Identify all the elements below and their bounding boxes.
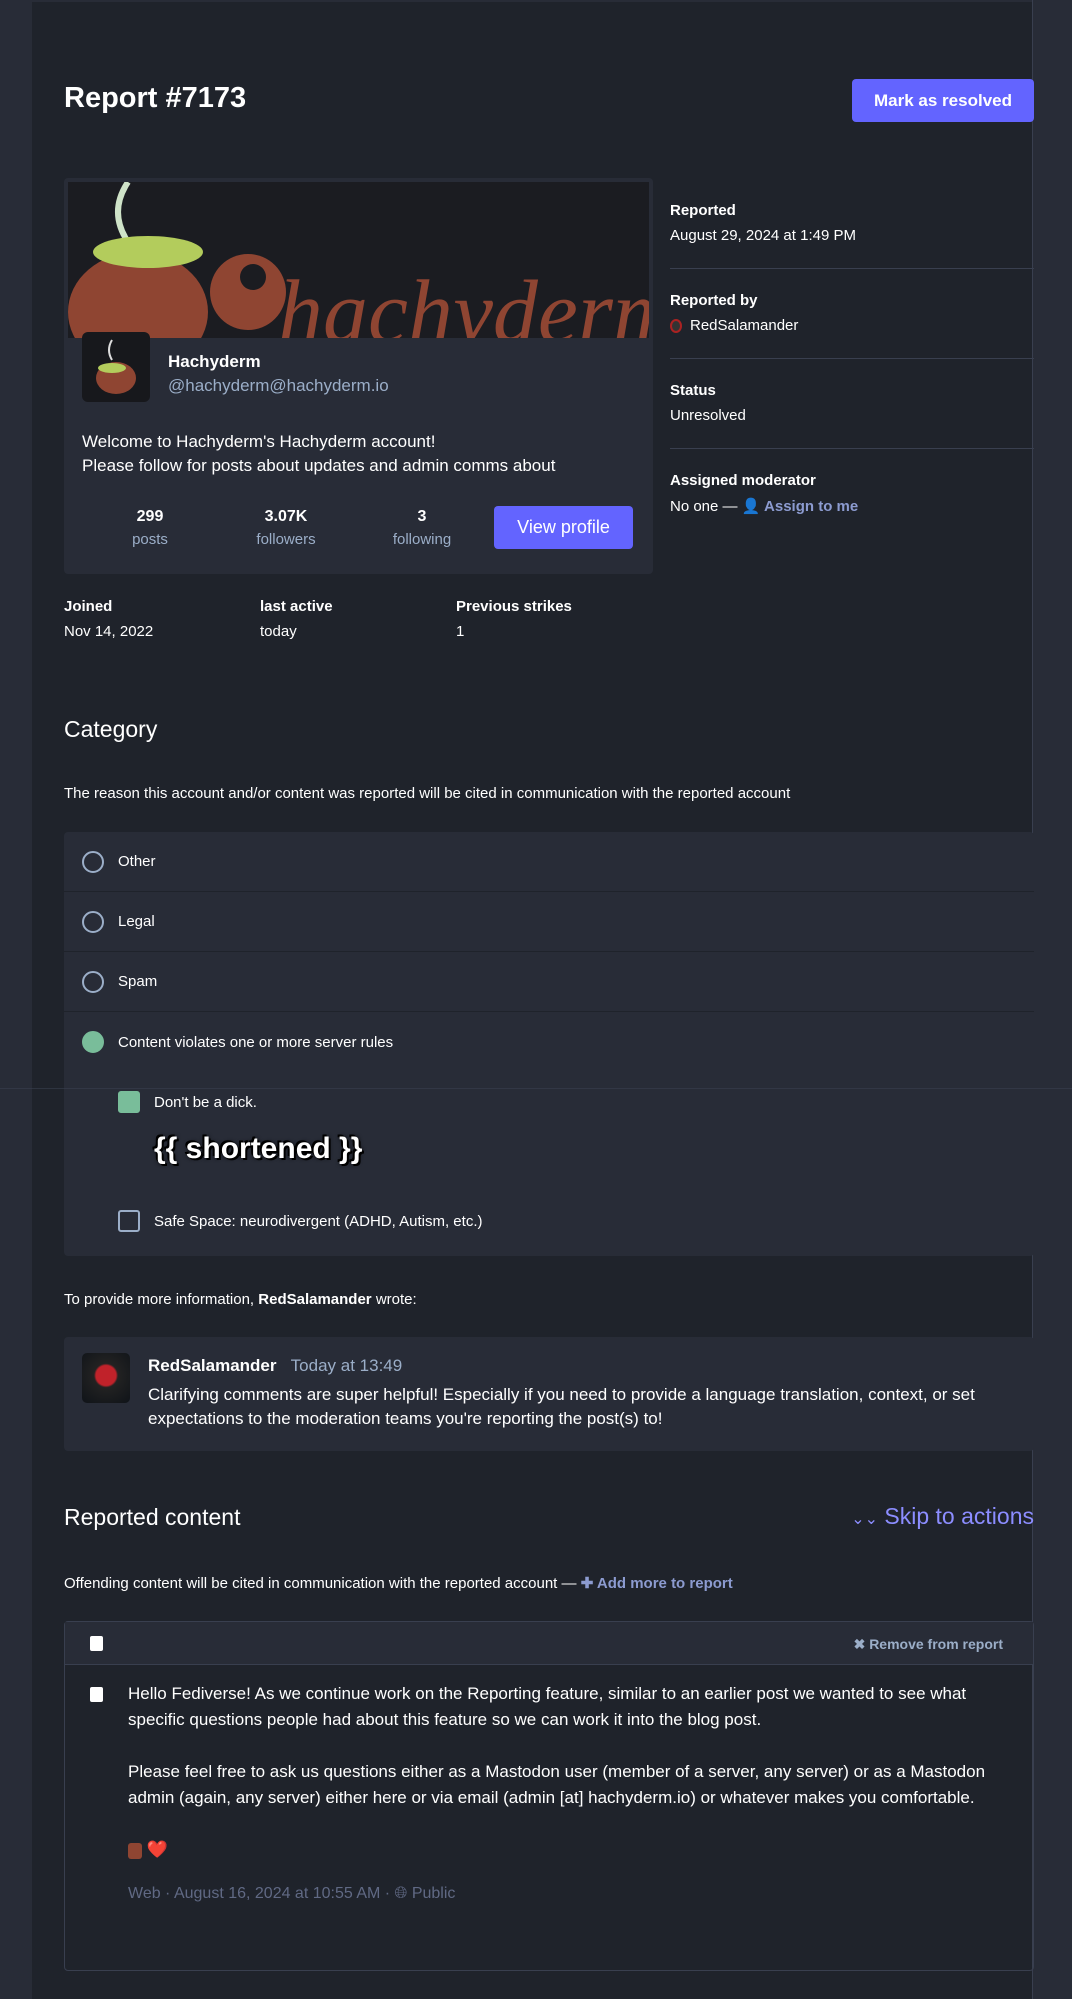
assign-label: Assign to me: [764, 498, 859, 515]
status-paragraph: Hello Fediverse! As we continue work on …: [128, 1684, 967, 1729]
stat-value: 299: [136, 508, 164, 525]
rule-label: Safe Space: neurodivergent (ADHD, Autism…: [154, 1212, 483, 1230]
account-handle: @hachyderm@hachyderm.io: [168, 376, 389, 395]
divider: [0, 1088, 1072, 1089]
field-value: Nov 14, 2022: [64, 623, 154, 640]
radio-button[interactable]: [82, 970, 104, 993]
category-option-violation[interactable]: Content violates one or more server rule…: [64, 1012, 1034, 1072]
previous-strikes-field: Previous strikes 1: [456, 598, 652, 640]
display-name: Hachyderm: [168, 352, 261, 371]
radio-button[interactable]: [82, 850, 104, 873]
assigned-moderator-label: Assigned moderator: [670, 472, 816, 489]
radio-button[interactable]: [82, 910, 104, 933]
profile-card: hachyderm Hachyderm @hachyderm@hachyderm…: [64, 178, 653, 574]
category-option-spam[interactable]: Spam: [64, 952, 1034, 1012]
reported-value: August 29, 2024 at 1:49 PM: [670, 227, 856, 244]
field-label: Joined: [64, 598, 113, 615]
add-label: Add more to report: [596, 1575, 733, 1592]
page-title: Report #7173: [64, 82, 247, 114]
close-icon: ✖: [853, 1636, 866, 1652]
stat-followers[interactable]: 3.07K followers: [218, 508, 354, 548]
remove-from-report-button[interactable]: ✖ Remove from report: [854, 1636, 1003, 1653]
hachyderm-emoji-icon: [128, 1842, 142, 1859]
option-label: Other: [118, 853, 156, 870]
user-icon: 👤: [741, 498, 761, 515]
select-all-checkbox[interactable]: [90, 1636, 103, 1651]
stat-value: 3: [417, 508, 427, 525]
moderator-value: No one —: [670, 498, 738, 515]
status-visibility: Public: [411, 1885, 456, 1902]
skip-to-actions-link[interactable]: ⌄⌄ Skip to actions: [851, 1503, 1034, 1530]
field-value: today: [260, 623, 297, 640]
reported-by-label: Reported by: [670, 292, 758, 309]
commenter-avatar[interactable]: [82, 1353, 130, 1403]
reporter-name: RedSalamander: [690, 317, 799, 334]
heart-emoji: ❤️: [146, 1840, 168, 1859]
option-label: Content violates one or more server rule…: [118, 1033, 394, 1051]
field-label: Previous strikes: [456, 598, 572, 615]
stat-posts[interactable]: 299 posts: [82, 508, 218, 548]
bio-line: Please follow for posts about updates an…: [82, 456, 556, 475]
profile-banner: hachyderm: [68, 182, 649, 338]
shortened-placeholder: {{ shortened }}: [154, 1132, 363, 1165]
radio-button-selected[interactable]: [82, 1031, 104, 1053]
category-heading: Category: [64, 716, 158, 742]
assign-to-me-link[interactable]: 👤 Assign to me: [742, 498, 859, 515]
checkbox-checked[interactable]: [118, 1091, 140, 1113]
field-value: 1: [456, 623, 465, 640]
rule-option[interactable]: Safe Space: neurodivergent (ADHD, Autism…: [64, 1186, 1034, 1256]
status-value: Unresolved: [670, 407, 746, 424]
view-profile-button[interactable]: View profile: [494, 506, 633, 549]
status-content: Hello Fediverse! As we continue work on …: [128, 1681, 1008, 1907]
reporter-avatar: [670, 318, 682, 333]
stat-label: followers: [256, 531, 316, 548]
reported-content-heading: Reported content: [64, 1504, 241, 1530]
joined-field: Joined Nov 14, 2022: [64, 598, 260, 640]
category-options: Other Legal Spam Content violates one or…: [64, 832, 1034, 1256]
stat-label: following: [392, 531, 452, 548]
status-paragraph: Please feel free to ask us questions eit…: [128, 1762, 986, 1807]
hachyderm-banner-logo: hachyderm: [68, 182, 649, 338]
reported-content-description: Offending content will be cited in commu…: [64, 1575, 577, 1592]
rule-label: Don't be a dick.: [154, 1093, 257, 1111]
last-active-field: last active today: [260, 598, 456, 640]
status-timestamp[interactable]: Web · August 16, 2024 at 10:55 AM ·: [128, 1885, 390, 1902]
rule-option[interactable]: Don't be a dick.: [64, 1072, 1034, 1132]
stat-following[interactable]: 3 following: [354, 508, 490, 548]
add-more-to-report-link[interactable]: ✚ Add more to report: [581, 1575, 733, 1592]
comment-intro: To provide more information, RedSalamand…: [64, 1291, 417, 1308]
comment-time: Today at 13:49: [290, 1356, 403, 1375]
reporter-comment: RedSalamander Today at 13:49 Clarifying …: [64, 1337, 1034, 1451]
category-description: The reason this account and/or content w…: [64, 785, 791, 802]
remove-label: Remove from report: [869, 1636, 1003, 1652]
checkbox[interactable]: [118, 1210, 140, 1232]
stat-value: 3.07K: [264, 508, 308, 525]
globe-icon: 🌐︎: [394, 1885, 408, 1902]
mark-as-resolved-button[interactable]: Mark as resolved: [852, 79, 1034, 122]
svg-text:hachyderm: hachyderm: [278, 263, 649, 338]
profile-avatar[interactable]: [82, 332, 150, 402]
status-checkbox[interactable]: [90, 1687, 103, 1702]
field-label: last active: [260, 598, 333, 615]
skip-label: Skip to actions: [884, 1503, 1034, 1529]
table-header: ✖ Remove from report: [65, 1622, 1033, 1665]
plus-icon: ✚: [580, 1575, 594, 1592]
option-label: Legal: [118, 913, 155, 930]
comment-author[interactable]: RedSalamander: [148, 1356, 277, 1375]
stat-label: posts: [132, 531, 168, 548]
double-chevron-down-icon: ⌄⌄: [851, 1511, 879, 1528]
status-label: Status: [670, 382, 716, 399]
status-meta: Web · August 16, 2024 at 10:55 AM · 🌐︎ P…: [128, 1881, 1008, 1907]
reported-label: Reported: [670, 202, 736, 219]
category-option-legal[interactable]: Legal: [64, 892, 1034, 952]
bio-line: Welcome to Hachyderm's Hachyderm account…: [82, 432, 436, 451]
reporter-link[interactable]: RedSalamander: [670, 317, 1034, 334]
reported-statuses-table: ✖ Remove from report Hello Fediverse! As…: [64, 1621, 1034, 1971]
option-label: Spam: [118, 973, 158, 990]
comment-text: Clarifying comments are super helpful! E…: [148, 1385, 975, 1428]
category-option-other[interactable]: Other: [64, 832, 1034, 892]
